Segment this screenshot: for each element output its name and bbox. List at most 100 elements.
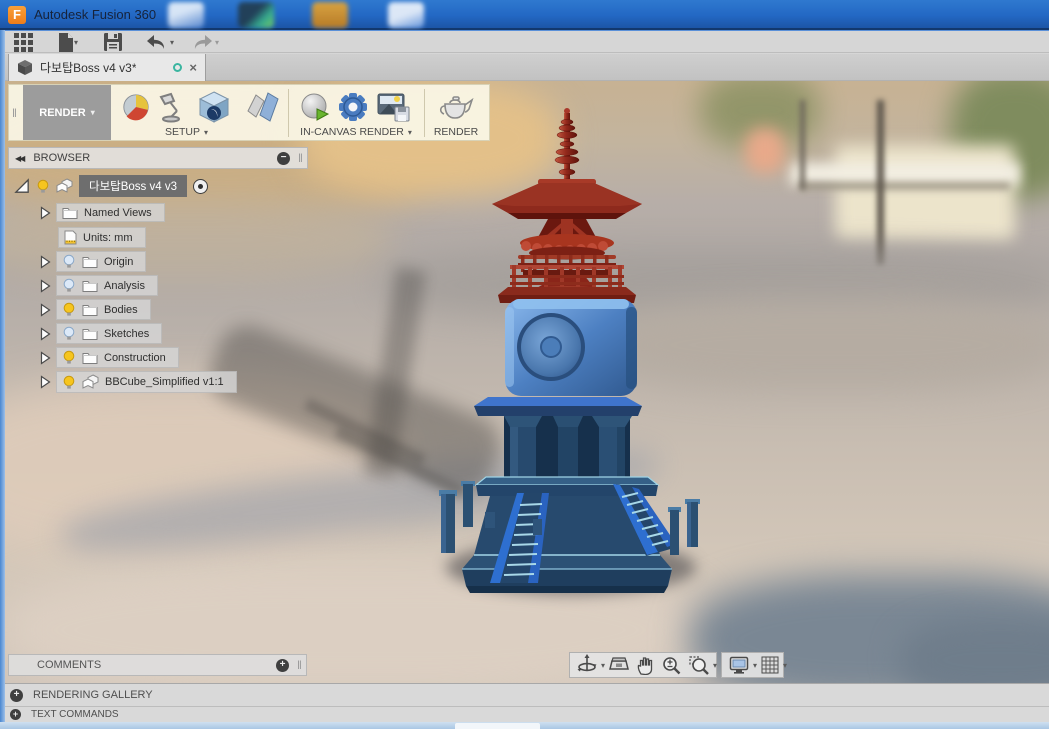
zoom-icon[interactable]: [658, 653, 685, 677]
pagoda-model[interactable]: [420, 85, 740, 610]
in-canvas-render-icon[interactable]: [295, 88, 335, 126]
expand-arrow-icon[interactable]: [40, 278, 51, 293]
workspace-caret: ▾: [90, 108, 95, 117]
document-tab-strip: 다보탑Boss v4 v3* ×: [0, 54, 1049, 81]
document-cube-icon: [18, 60, 32, 75]
ribbon-separator: [288, 89, 289, 137]
taskbar-edge: [0, 722, 1049, 729]
folder-icon: [82, 353, 98, 364]
undo-icon[interactable]: [145, 32, 169, 52]
expand-text-commands-icon[interactable]: +: [10, 709, 21, 720]
decal-icon[interactable]: [243, 88, 283, 126]
scene-settings-lamp-icon[interactable]: [153, 88, 193, 126]
expand-arrow-icon[interactable]: [40, 254, 51, 269]
display-settings-icon[interactable]: [725, 653, 753, 677]
save-icon[interactable]: [101, 32, 125, 52]
bulb-on-icon[interactable]: [62, 350, 76, 365]
capture-image-icon[interactable]: [374, 88, 414, 126]
render-environment-cube-icon[interactable]: [194, 88, 234, 126]
tree-item-root[interactable]: 다보탑Boss v4 v3: [14, 175, 208, 197]
sync-status-icon: [173, 63, 183, 72]
render-ribbon: ‖ RENDER ▾ SETUP ▾ IN-CANVAS RENDER ▾ RE…: [8, 84, 490, 141]
text-commands-bar[interactable]: + TEXT COMMANDS: [0, 706, 1049, 722]
close-tab-icon[interactable]: ×: [189, 61, 197, 74]
text-commands-label: TEXT COMMANDS: [31, 709, 119, 720]
folder-icon: [82, 257, 98, 268]
expand-arrow-icon[interactable]: [40, 326, 51, 341]
expand-arrow-icon[interactable]: [40, 205, 51, 220]
expand-arrow-icon[interactable]: [40, 375, 51, 389]
folder-icon: [62, 208, 78, 219]
browser-panel-header[interactable]: ◀◀ BROWSER − ‖: [8, 147, 308, 169]
component-icon: [56, 178, 73, 193]
quick-access-toolbar: ▾ ▾ ▾: [0, 31, 1049, 53]
document-tab[interactable]: 다보탑Boss v4 v3* ×: [8, 54, 206, 81]
tree-item-bodies[interactable]: Bodies: [40, 299, 151, 320]
units-document-icon: [64, 230, 77, 245]
expand-arrow-icon[interactable]: [40, 350, 51, 365]
expanded-marker-icon[interactable]: [14, 177, 31, 195]
grid-display-caret[interactable]: ▾: [783, 661, 787, 670]
collapse-panel-icon[interactable]: ◀◀: [15, 154, 25, 163]
window-border: [0, 30, 5, 722]
folder-icon: [82, 329, 98, 340]
bulb-off-icon[interactable]: [62, 254, 76, 269]
tree-item-sketches[interactable]: Sketches: [40, 323, 163, 344]
render-teapot-icon[interactable]: [436, 88, 476, 126]
desktop-icon-blur: [168, 2, 204, 28]
rendering-gallery-label: RENDERING GALLERY: [33, 689, 153, 701]
root-component-label[interactable]: 다보탑Boss v4 v3: [79, 175, 187, 197]
fusion-logo: F: [8, 6, 26, 24]
bulb-on-icon[interactable]: [36, 179, 50, 194]
panel-grip[interactable]: ‖: [298, 151, 303, 165]
tree-item-construction[interactable]: Construction: [40, 347, 179, 368]
redo-icon[interactable]: [190, 32, 214, 52]
folder-icon: [82, 281, 98, 292]
render-settings-gear-icon[interactable]: [333, 88, 373, 126]
ribbon-grip[interactable]: ‖: [12, 106, 17, 120]
bulb-off-icon[interactable]: [62, 326, 76, 341]
tree-item-origin[interactable]: Origin: [40, 251, 147, 272]
bulb-on-icon[interactable]: [62, 375, 76, 390]
workspace-selector-button[interactable]: RENDER ▾: [23, 85, 111, 140]
comments-label: COMMENTS: [37, 659, 102, 671]
bulb-off-icon[interactable]: [62, 278, 76, 293]
in-canvas-render-group-label[interactable]: IN-CANVAS RENDER ▾: [290, 125, 422, 139]
look-at-icon[interactable]: [605, 653, 633, 677]
folder-icon: [82, 305, 98, 316]
ribbon-separator: [424, 89, 425, 137]
redo-caret[interactable]: ▾: [215, 38, 219, 47]
fusion360-window: F Autodesk Fusion 360 ▾ ▾ ▾ 다보탑Boss v4 v…: [0, 0, 1049, 729]
titlebar[interactable]: F Autodesk Fusion 360: [0, 0, 1049, 31]
bulb-on-icon[interactable]: [62, 302, 76, 317]
tree-item-bbcube[interactable]: BBCube_Simplified v1:1: [40, 371, 237, 393]
tree-item-named-views[interactable]: Named Views: [40, 203, 165, 222]
zoom-window-icon[interactable]: [685, 653, 713, 677]
zoom-window-caret[interactable]: ▾: [713, 661, 717, 670]
expand-arrow-icon[interactable]: [40, 302, 51, 317]
document-tab-title: 다보탑Boss v4 v3*: [40, 61, 137, 75]
desktop-icon-blur: [388, 2, 424, 28]
desktop-icon-blur: [238, 2, 274, 28]
app-title: Autodesk Fusion 360: [34, 7, 157, 22]
navigation-toolbar: ▾ ▾: [569, 652, 717, 678]
app-grid-icon[interactable]: [11, 32, 35, 52]
minimize-panel-icon[interactable]: −: [277, 151, 291, 165]
desktop-icon-blur: [312, 2, 348, 28]
expand-gallery-icon[interactable]: +: [10, 688, 23, 702]
browser-panel-title: BROWSER: [33, 152, 91, 164]
tree-item-units[interactable]: Units: mm: [58, 227, 146, 248]
tree-item-analysis[interactable]: Analysis: [40, 275, 158, 296]
orbit-icon[interactable]: [573, 653, 601, 677]
appearance-pie-icon[interactable]: [116, 88, 156, 126]
activate-component-radio[interactable]: [193, 178, 208, 194]
grid-display-icon[interactable]: [757, 653, 783, 677]
file-menu-caret[interactable]: ▾: [74, 38, 78, 47]
panel-grip[interactable]: ‖: [297, 658, 302, 672]
comments-panel-header[interactable]: COMMENTS + ‖: [8, 654, 307, 676]
undo-caret[interactable]: ▾: [170, 38, 174, 47]
setup-group-label[interactable]: SETUP ▾: [139, 125, 234, 139]
rendering-gallery-bar[interactable]: + RENDERING GALLERY: [0, 683, 1049, 706]
expand-comments-icon[interactable]: +: [276, 658, 290, 672]
pan-hand-icon[interactable]: [633, 653, 658, 677]
